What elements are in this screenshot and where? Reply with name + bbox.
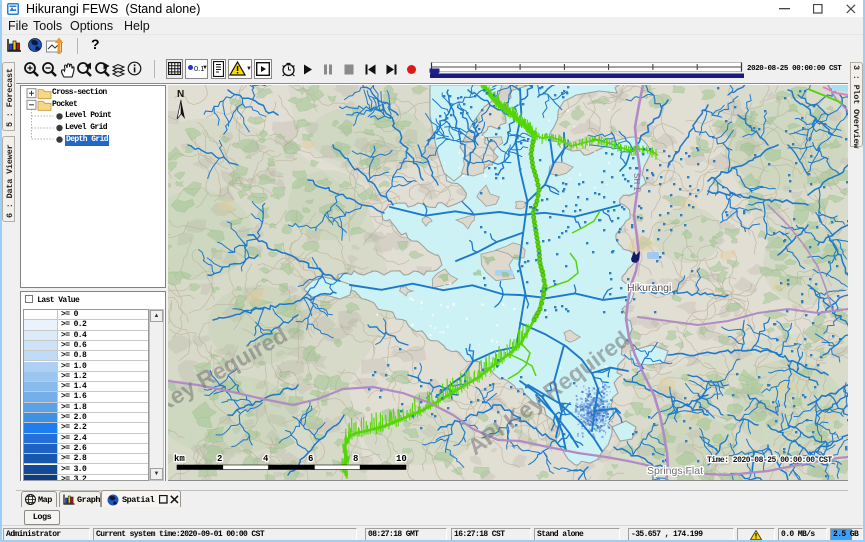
svg-text:8: 8 (353, 454, 358, 464)
svg-text:10: 10 (396, 454, 407, 464)
svg-text:km: km (174, 454, 185, 464)
svg-text:N: N (177, 89, 184, 100)
svg-text:Hikurangi: Hikurangi (627, 282, 671, 294)
svg-text:Time: 2020-08-25 00:00:00 CST: Time: 2020-08-25 00:00:00 CST (707, 456, 832, 465)
svg-text:6: 6 (308, 454, 313, 464)
svg-text:Springs Flat: Springs Flat (647, 465, 703, 477)
svg-text:4: 4 (263, 454, 269, 464)
svg-text:2: 2 (217, 454, 222, 464)
svg-text:SH 1: SH 1 (632, 173, 641, 191)
